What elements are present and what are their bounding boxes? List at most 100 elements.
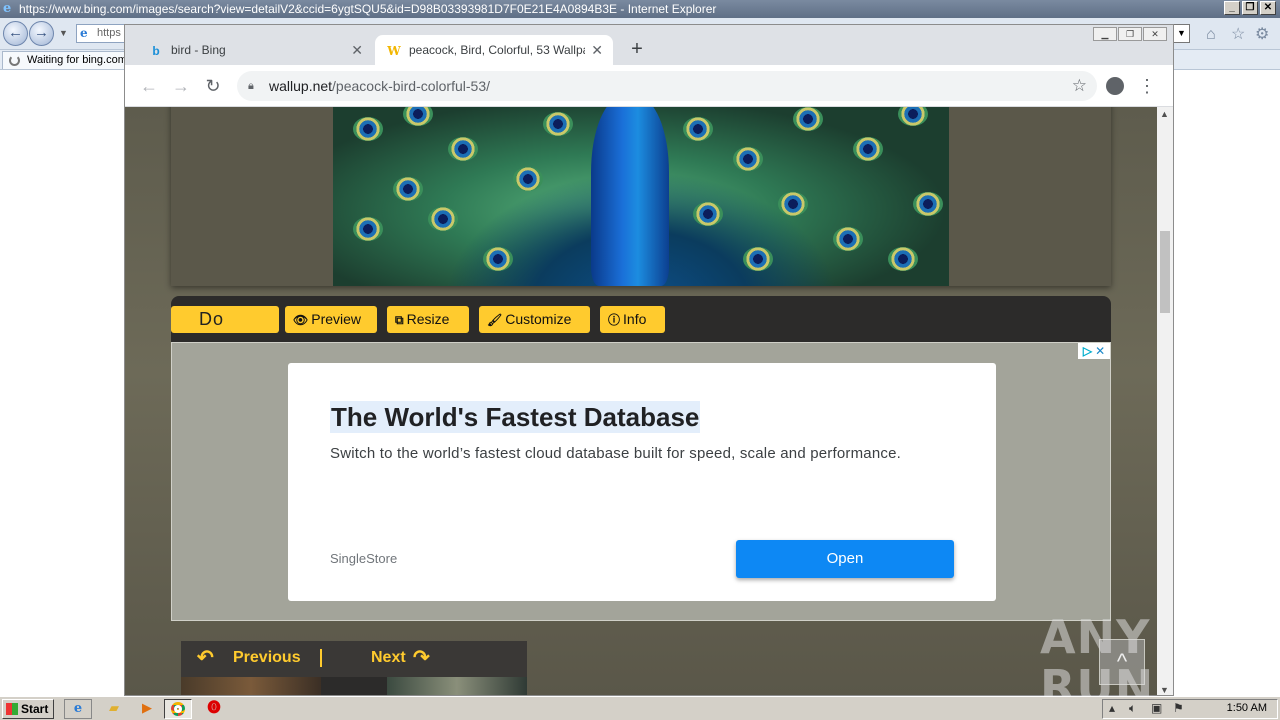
action-center-flag-icon[interactable]: ⚑: [1173, 701, 1184, 715]
start-label: Start: [21, 702, 49, 716]
peacock-neck: [591, 107, 669, 286]
ie-window-title: https://www.bing.com/images/search?view=…: [19, 2, 717, 16]
ie-tab-loading[interactable]: Waiting for bing.com: [2, 51, 127, 69]
new-tab-button[interactable]: +: [625, 37, 649, 61]
chrome-window: b bird - Bing ✕ W peacock, Bird, Colorfu…: [124, 24, 1174, 696]
ad-open-button[interactable]: Open: [736, 540, 954, 578]
eye-icon: 👁︎: [293, 313, 309, 327]
windows-taskbar: Start e ▰ ▶ ⓿ ▴ 🔈︎ ▣ ⚑ 1:50 AM: [0, 696, 1280, 720]
next-link[interactable]: Next: [371, 649, 406, 667]
taskbar-chrome-icon[interactable]: [164, 699, 192, 719]
page-scrollbar[interactable]: ▲ ▼: [1157, 107, 1173, 695]
bing-favicon-icon: b: [152, 44, 160, 58]
ie-window-controls: _ ❐ ✕: [1224, 1, 1276, 15]
pager-divider: [320, 649, 322, 667]
preview-button[interactable]: 👁︎ Preview: [285, 306, 377, 333]
scrollbar-thumb[interactable]: [1160, 231, 1170, 313]
peacock-wallpaper-image[interactable]: [333, 107, 949, 286]
scroll-up-arrow-icon[interactable]: ▲: [1160, 109, 1169, 119]
customize-label: Customize: [505, 311, 572, 327]
account-avatar-icon[interactable]: [1103, 74, 1127, 98]
omnibox[interactable]: 🔒︎ wallup.net/peacock-bird-colorful-53/ …: [237, 71, 1097, 101]
wallup-favicon-icon: W: [387, 44, 401, 58]
preview-label: Preview: [311, 311, 362, 327]
tools-gear-icon[interactable]: ⚙: [1255, 27, 1269, 43]
taskbar-ie-icon[interactable]: e: [64, 699, 92, 719]
lock-icon[interactable]: 🔒︎: [248, 71, 254, 101]
tab-wallup[interactable]: W peacock, Bird, Colorful, 53 Wallpaper …: [375, 35, 613, 65]
tab-close-icon[interactable]: ✕: [351, 35, 363, 65]
wallpaper-panel: [171, 107, 1111, 286]
tab-label: bird - Bing: [171, 43, 226, 57]
reload-icon[interactable]: ↻: [201, 74, 225, 98]
thumbnail-next[interactable]: [387, 677, 527, 695]
bookmark-star-icon[interactable]: ☆: [1072, 71, 1087, 101]
ad-container: ▷ ✕ The World's Fastest Database Switch t…: [171, 342, 1111, 621]
curved-arrow-right-icon[interactable]: ↷: [413, 648, 430, 668]
taskbar-media-player-icon[interactable]: ▶: [133, 699, 161, 719]
ad-advertiser[interactable]: SingleStore: [330, 551, 397, 566]
ie-address-text: https: [97, 27, 121, 39]
ie-minimize-button[interactable]: _: [1224, 1, 1240, 15]
windows-flag-icon: [6, 703, 18, 715]
customize-button[interactable]: 🖌︎ Customize: [479, 306, 590, 333]
avatar: [1106, 77, 1124, 95]
curved-arrow-left-icon[interactable]: ↶: [197, 648, 214, 668]
ad-description: Switch to the world’s fastest cloud data…: [330, 445, 902, 462]
ie-tab-label: Waiting for bing.com: [27, 54, 127, 66]
url-path: /peacock-bird-colorful-53/: [332, 78, 491, 94]
taskbar-folder-icon[interactable]: ▰: [100, 699, 128, 719]
ie-close-button[interactable]: ✕: [1260, 1, 1276, 15]
kebab-menu-icon[interactable]: ⋮: [1135, 74, 1159, 98]
clock[interactable]: 1:50 AM: [1227, 702, 1267, 714]
chrome-restore-button[interactable]: ❐: [1118, 27, 1142, 41]
chrome-logo-icon: [171, 702, 185, 716]
adchoices-icon[interactable]: ▷: [1083, 344, 1092, 358]
info-button[interactable]: ⓘ Info: [600, 306, 665, 333]
chrome-minimize-button[interactable]: ▁: [1093, 27, 1117, 41]
forward-arrow-icon[interactable]: →: [169, 74, 193, 98]
adchoices-badge[interactable]: ▷ ✕: [1078, 343, 1110, 359]
ie-address-bar[interactable]: e https: [76, 24, 130, 43]
ie-logo-icon: e: [3, 1, 12, 16]
chrome-toolbar: ← → ↻ 🔒︎ wallup.net/peacock-bird-colorfu…: [125, 65, 1173, 107]
ad-card[interactable]: The World's Fastest Database Switch to t…: [288, 363, 996, 601]
favorites-star-icon[interactable]: ☆: [1231, 27, 1245, 43]
ie-forward-button[interactable]: →: [29, 21, 54, 46]
resize-icon: ⧉: [395, 313, 404, 327]
tab-close-icon[interactable]: ✕: [591, 35, 603, 65]
ie-back-button[interactable]: ←: [3, 21, 28, 46]
ad-close-icon[interactable]: ✕: [1095, 344, 1105, 358]
chrome-close-button[interactable]: ✕: [1143, 27, 1167, 41]
thumbnail-previous[interactable]: [181, 677, 321, 695]
taskbar-stop-icon[interactable]: ⓿: [200, 699, 228, 719]
ie-history-dropdown-icon[interactable]: ▼: [59, 28, 68, 38]
home-icon[interactable]: ⌂: [1206, 27, 1216, 43]
tab-bing[interactable]: b bird - Bing ✕: [137, 35, 373, 65]
url-domain: wallup.net: [269, 78, 333, 94]
page-viewport: Do 👁︎ Preview ⧉ Resize 🖌︎ Customize ⓘ Info ▷…: [125, 107, 1157, 695]
loading-spinner-icon: [9, 55, 20, 66]
network-icon[interactable]: ▣: [1151, 701, 1162, 715]
related-thumbnails: [181, 677, 527, 695]
previous-link[interactable]: Previous: [233, 649, 301, 667]
ad-headline[interactable]: The World's Fastest Database: [330, 401, 701, 433]
wallpaper-action-bar: Do 👁︎ Preview ⧉ Resize 🖌︎ Customize ⓘ Info: [171, 296, 1111, 342]
ie-address-dropdown[interactable]: ▼: [1173, 24, 1190, 43]
chrome-window-controls: ▁ ❐ ✕: [1093, 27, 1167, 41]
start-button[interactable]: Start: [2, 699, 54, 719]
ie-page-icon: e: [80, 26, 88, 40]
volume-icon[interactable]: 🔈︎: [1129, 701, 1136, 716]
ie-restore-button[interactable]: ❐: [1242, 1, 1258, 15]
info-label: Info: [623, 311, 647, 327]
ie-titlebar: e https://www.bing.com/images/search?vie…: [0, 0, 1280, 18]
tray-expand-icon[interactable]: ▴: [1109, 701, 1115, 715]
resize-button[interactable]: ⧉ Resize: [387, 306, 469, 333]
download-button[interactable]: Do: [171, 306, 279, 333]
wallpaper-pager: ↶ Previous Next ↷: [181, 641, 527, 677]
system-tray: ▴ 🔈︎ ▣ ⚑ 1:50 AM: [1102, 699, 1278, 719]
back-arrow-icon[interactable]: ←: [137, 74, 161, 98]
resize-label: Resize: [406, 311, 450, 327]
info-icon: ⓘ: [608, 313, 621, 327]
chrome-tabstrip: b bird - Bing ✕ W peacock, Bird, Colorfu…: [125, 25, 1173, 65]
